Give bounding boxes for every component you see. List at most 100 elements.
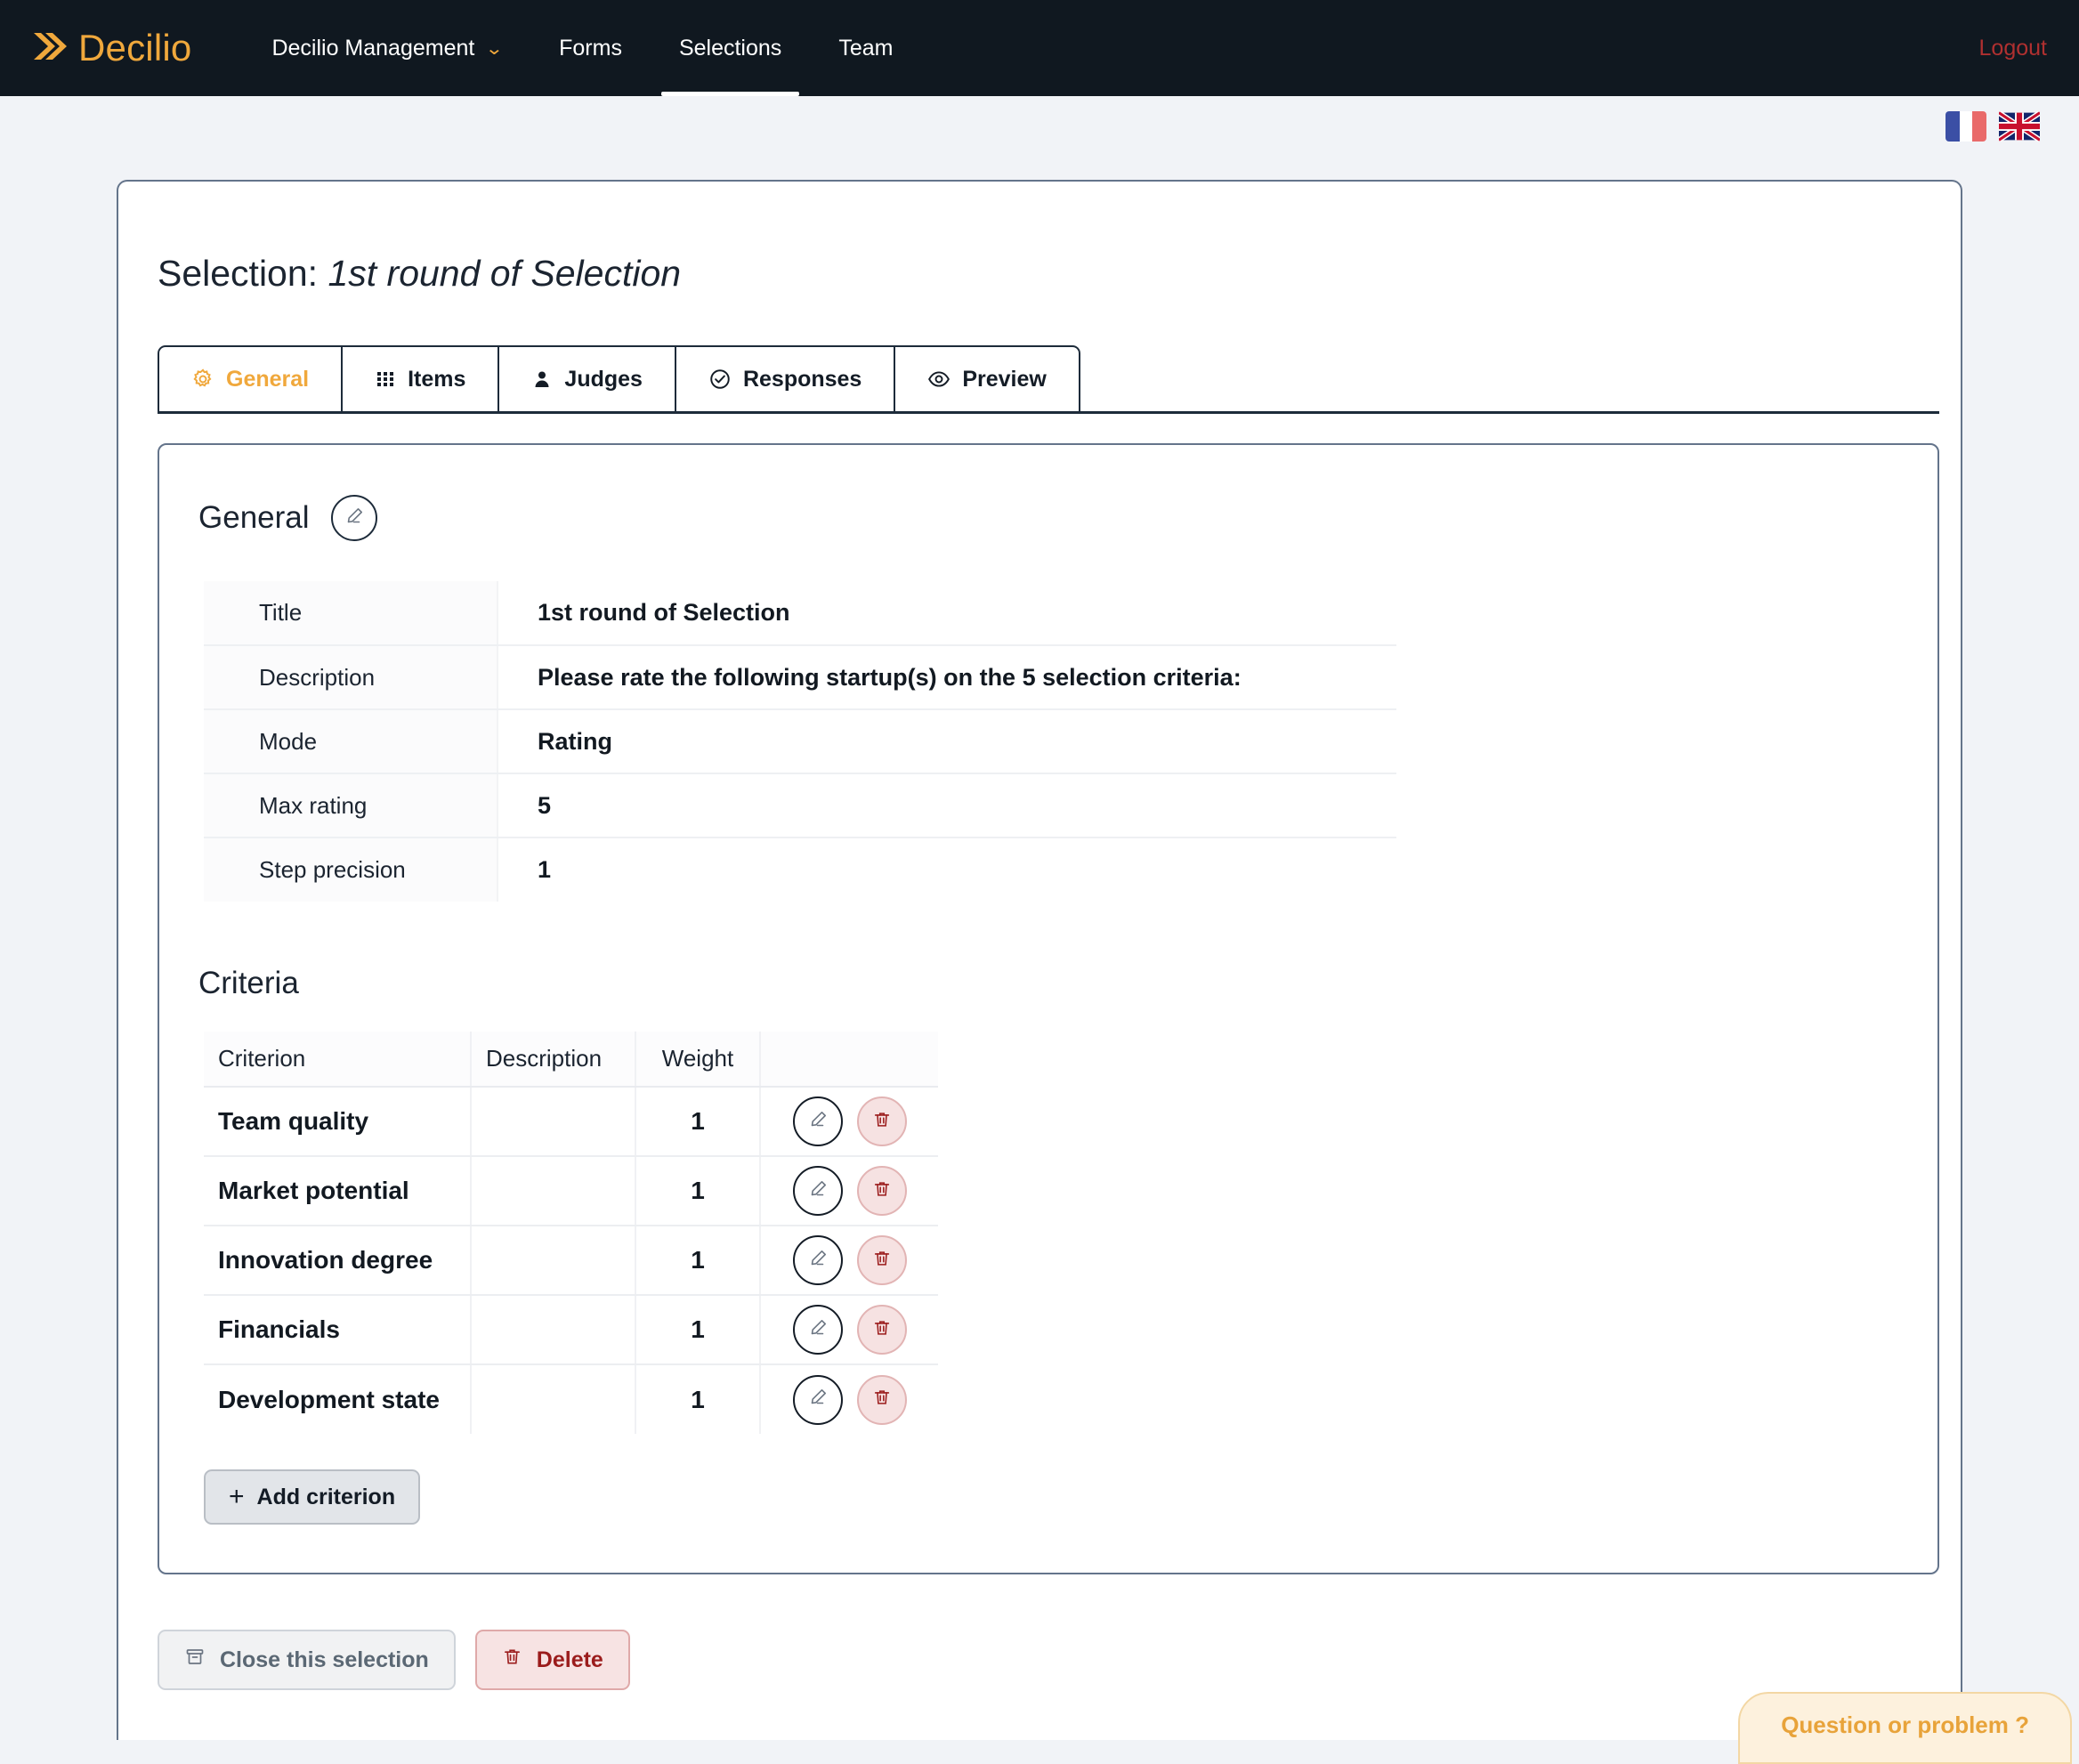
tab-label: Judges (564, 366, 643, 392)
criterion-actions (760, 1087, 938, 1157)
general-panel: General Title 1st round of Selection Des… (158, 443, 1939, 1574)
primary-nav: Decilio Management ⌄ Forms Selections Te… (243, 0, 921, 96)
help-widget-button[interactable]: Question or problem ? (1738, 1692, 2072, 1764)
tab-responses[interactable]: Responses (674, 345, 896, 411)
grid-icon (375, 368, 396, 390)
general-row-label: Max rating (204, 773, 498, 838)
nav-label: Team (838, 35, 894, 61)
edit-criterion-button[interactable] (792, 1096, 843, 1146)
nav-item-team[interactable]: Team (810, 0, 921, 96)
trash-icon (872, 1388, 892, 1412)
trash-icon (872, 1318, 892, 1342)
general-row-label: Step precision (204, 837, 498, 902)
edit-criterion-button[interactable] (792, 1374, 843, 1425)
add-criterion-label: Add criterion (256, 1484, 396, 1509)
edit-criterion-button[interactable] (792, 1166, 843, 1216)
brand-logo[interactable]: Decilio (28, 26, 191, 71)
edit-criterion-button[interactable] (792, 1305, 843, 1355)
general-row-value: Rating (498, 709, 1396, 774)
logout-link[interactable]: Logout (1979, 36, 2047, 61)
col-header-criterion: Criterion (204, 1032, 472, 1088)
selection-card: Selection: 1st round of Selection Genera… (117, 180, 1962, 1740)
delete-selection-button[interactable]: Delete (474, 1630, 630, 1690)
french-flag-icon[interactable] (1946, 111, 1986, 142)
tab-label: General (226, 366, 310, 392)
table-row: Max rating 5 (204, 773, 1396, 838)
criterion-actions (760, 1226, 938, 1296)
criterion-name: Financials (204, 1295, 472, 1365)
criterion-weight: 1 (635, 1295, 761, 1365)
close-selection-button[interactable]: Close this selection (158, 1630, 456, 1690)
general-row-label: Title (204, 581, 498, 646)
page-title-value: 1st round of Selection (328, 253, 682, 294)
nav-label: Selections (678, 35, 782, 61)
col-header-description: Description (471, 1032, 636, 1088)
pencil-icon (807, 1109, 829, 1135)
trash-icon (872, 1179, 892, 1203)
delete-criterion-button[interactable] (856, 1096, 907, 1146)
col-header-weight: Weight (635, 1032, 761, 1088)
delete-selection-label: Delete (536, 1647, 603, 1672)
page-title-prefix: Selection: (158, 253, 319, 294)
general-row-value: 1 (538, 856, 552, 883)
general-row-label: Mode (204, 709, 498, 774)
nav-label: Decilio Management (271, 35, 475, 61)
tab-items[interactable]: Items (341, 345, 500, 411)
brand-name: Decilio (78, 27, 192, 69)
tab-general[interactable]: General (158, 345, 344, 411)
top-navbar: Decilio Decilio Management ⌄ Forms Selec… (0, 0, 2079, 96)
pencil-icon (807, 1178, 829, 1204)
delete-criterion-button[interactable] (856, 1235, 907, 1285)
table-row: Description Please rate the following st… (204, 645, 1396, 710)
eye-icon (927, 368, 951, 391)
criterion-actions (760, 1295, 938, 1365)
criterion-weight: 1 (635, 1226, 761, 1296)
criterion-description (471, 1226, 636, 1296)
table-row: Development state 1 (204, 1364, 938, 1434)
nav-label: Forms (559, 35, 622, 61)
general-section-header: General (198, 495, 1898, 541)
criteria-header-row: Criterion Description Weight (204, 1032, 938, 1088)
close-selection-label: Close this selection (220, 1647, 429, 1672)
general-info-table: Title 1st round of Selection Description… (204, 581, 1396, 902)
criterion-description (471, 1364, 636, 1434)
pencil-icon (807, 1317, 829, 1343)
delete-criterion-button[interactable] (856, 1305, 907, 1355)
edit-criterion-button[interactable] (792, 1235, 843, 1285)
add-criterion-button[interactable]: + Add criterion (204, 1469, 421, 1525)
criterion-name: Development state (204, 1364, 472, 1434)
criterion-actions (760, 1156, 938, 1226)
nav-item-forms[interactable]: Forms (530, 0, 651, 96)
general-section-title: General (198, 500, 310, 535)
trash-icon (502, 1647, 522, 1673)
tab-label: Preview (962, 366, 1047, 392)
uk-flag-icon[interactable] (1997, 110, 2042, 142)
table-row: Market potential 1 (204, 1156, 938, 1226)
tab-preview[interactable]: Preview (894, 345, 1080, 411)
delete-criterion-button[interactable] (856, 1374, 907, 1425)
table-row: Mode Rating (204, 709, 1396, 774)
tab-label: Items (408, 366, 466, 392)
table-row: Innovation degree 1 (204, 1226, 938, 1296)
criterion-name: Team quality (204, 1087, 472, 1157)
pencil-icon (807, 1248, 829, 1274)
chevron-down-icon: ⌄ (485, 38, 505, 59)
general-row-label: Description (204, 645, 498, 710)
nav-item-selections[interactable]: Selections (651, 0, 810, 96)
table-row: Title 1st round of Selection (204, 581, 1396, 646)
edit-general-button[interactable] (330, 495, 377, 541)
table-row: Financials 1 (204, 1295, 938, 1365)
page-title: Selection: 1st round of Selection (158, 182, 1921, 295)
delete-criterion-button[interactable] (856, 1166, 907, 1216)
criterion-actions (760, 1364, 938, 1434)
nav-item-decilio-management[interactable]: Decilio Management ⌄ (243, 0, 530, 96)
criterion-name: Market potential (204, 1156, 472, 1226)
table-row: Team quality 1 (204, 1087, 938, 1157)
tab-judges[interactable]: Judges (498, 345, 676, 411)
criterion-weight: 1 (635, 1087, 761, 1157)
plus-icon: + (229, 1482, 245, 1511)
criterion-description (471, 1156, 636, 1226)
gear-icon (191, 368, 214, 391)
criterion-weight: 1 (635, 1156, 761, 1226)
trash-icon (872, 1249, 892, 1273)
